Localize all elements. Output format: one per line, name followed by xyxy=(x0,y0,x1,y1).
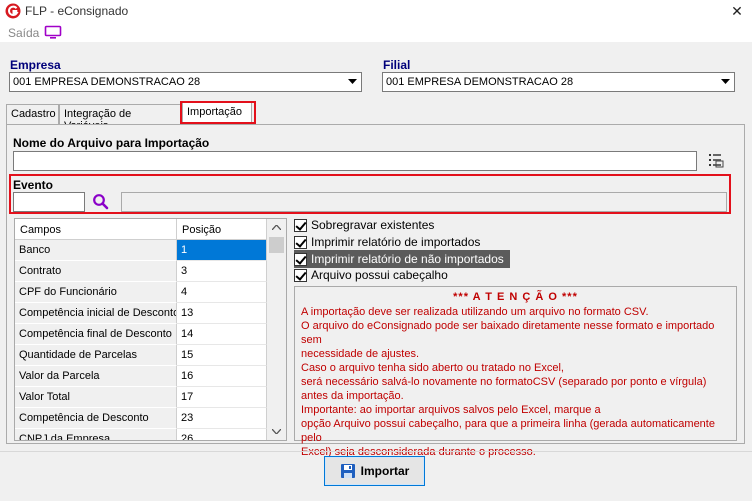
grid-cell-campo[interactable]: CPF do Funcionário xyxy=(15,282,177,303)
grid-cell-campo[interactable]: Competência final de Desconto xyxy=(15,324,177,345)
window-title: FLP - eConsignado xyxy=(25,4,129,18)
checkbox-checked-icon[interactable] xyxy=(294,252,307,266)
grid-cell-posicao[interactable]: 17 xyxy=(177,387,267,408)
grid-header-campos[interactable]: Campos xyxy=(15,219,177,240)
close-button[interactable]: ✕ xyxy=(722,0,752,22)
attention-line: será necessário salvá-lo novamente no fo… xyxy=(301,376,707,388)
scroll-thumb[interactable] xyxy=(269,237,284,253)
attention-box: *** A T E N Ç Ã O *** A importação deve … xyxy=(294,286,737,458)
cabecalho-checkbox[interactable]: Arquivo possui cabeçalho xyxy=(294,267,448,283)
attention-line: Caso o arquivo tenha sido aberto ou trat… xyxy=(301,362,564,374)
chevron-down-icon[interactable] xyxy=(344,73,361,91)
menu-saida[interactable]: Saída xyxy=(8,26,39,40)
rel-importados-checkbox[interactable]: Imprimir relatório de importados xyxy=(294,234,480,250)
attention-line: O arquivo do eConsignado pode ser baixad… xyxy=(301,320,715,346)
empresa-value: 001 EMPRESA DEMONSTRACAO 28 xyxy=(13,76,201,88)
filial-value: 001 EMPRESA DEMONSTRACAO 28 xyxy=(386,76,574,88)
checkbox-checked-icon[interactable] xyxy=(294,235,307,249)
bottom-separator xyxy=(0,451,752,452)
chevron-down-icon[interactable] xyxy=(717,73,734,91)
grid-cell-campo[interactable]: Quantidade de Parcelas xyxy=(15,345,177,366)
rel-nao-importados-label: Imprimir relatório de não importados xyxy=(311,252,504,266)
rel-importados-label: Imprimir relatório de importados xyxy=(311,235,481,249)
scroll-up-icon[interactable] xyxy=(267,219,286,236)
save-disk-icon xyxy=(340,464,355,478)
grid-cell-campo[interactable]: Valor da Parcela xyxy=(15,366,177,387)
grid-cell-posicao[interactable]: 13 xyxy=(177,303,267,324)
grid-cell-campo[interactable]: Competência inicial de Desconto xyxy=(15,303,177,324)
empresa-select[interactable]: 001 EMPRESA DEMONSTRACAO 28 xyxy=(9,72,362,92)
grid-cell-campo[interactable]: Valor Total xyxy=(15,387,177,408)
tab-cadastro[interactable]: Cadastro xyxy=(6,104,59,124)
sobregravar-label: Sobregravar existentes xyxy=(311,218,435,232)
attention-line: antes da importação. xyxy=(301,390,404,402)
grid-cell-posicao[interactable]: 23 xyxy=(177,408,267,429)
tab-highlight-box xyxy=(180,101,256,124)
attention-line: A importação deve ser realizada utilizan… xyxy=(301,306,649,318)
attention-title: *** A T E N Ç Ã O *** xyxy=(453,291,578,303)
grid-cell-posicao[interactable]: 4 xyxy=(177,282,267,303)
grid-cell-posicao[interactable]: 26 xyxy=(177,429,267,440)
grid-cell-posicao[interactable]: 3 xyxy=(177,261,267,282)
filial-select[interactable]: 001 EMPRESA DEMONSTRACAO 28 xyxy=(382,72,735,92)
evento-highlight-box xyxy=(9,174,731,214)
empresa-label: Empresa xyxy=(10,58,61,72)
file-name-label: Nome do Arquivo para Importação xyxy=(13,136,210,150)
close-icon: ✕ xyxy=(731,2,743,19)
campos-grid[interactable]: Campos Posição Banco 1 Contrato 3 CPF do… xyxy=(14,218,287,441)
app-logo-icon xyxy=(5,3,21,19)
tab-integracao-variaveis[interactable]: Integração de Variáveis xyxy=(59,104,181,132)
attention-line: opção Arquivo possui cabeçalho, para que… xyxy=(301,418,715,444)
attention-line: Importante: ao importar arquivos salvos … xyxy=(301,404,601,416)
scroll-down-icon[interactable] xyxy=(267,423,286,440)
grid-cell-campo[interactable]: CNPJ da Empresa xyxy=(15,429,177,440)
grid-header-posicao[interactable]: Posição xyxy=(177,219,267,240)
importar-button[interactable]: Importar xyxy=(324,456,425,486)
grid-cell-campo[interactable]: Banco xyxy=(15,240,177,261)
rel-nao-importados-checkbox[interactable]: Imprimir relatório de não importados xyxy=(294,250,510,268)
filial-label: Filial xyxy=(383,58,411,72)
checkbox-checked-icon[interactable] xyxy=(294,268,307,282)
checkbox-checked-icon[interactable] xyxy=(294,218,307,232)
attention-line: necessidade de ajustes. xyxy=(301,348,420,360)
grid-cell-posicao[interactable]: 14 xyxy=(177,324,267,345)
cabecalho-label: Arquivo possui cabeçalho xyxy=(311,268,448,282)
title-bar: FLP - eConsignado ✕ xyxy=(0,0,752,22)
browse-file-icon[interactable] xyxy=(708,152,724,169)
sobregravar-checkbox[interactable]: Sobregravar existentes xyxy=(294,217,434,233)
grid-scrollbar[interactable] xyxy=(267,219,286,440)
importar-label: Importar xyxy=(360,464,410,478)
grid-cell-posicao[interactable]: 16 xyxy=(177,366,267,387)
grid-cell-campo[interactable]: Competência de Desconto xyxy=(15,408,177,429)
menu-bar: Saída xyxy=(0,22,752,42)
grid-cell-campo[interactable]: Contrato xyxy=(15,261,177,282)
file-name-input[interactable] xyxy=(13,151,697,171)
grid-cell-posicao[interactable]: 1 xyxy=(177,240,267,261)
grid-cell-posicao[interactable]: 15 xyxy=(177,345,267,366)
monitor-icon[interactable] xyxy=(44,25,62,40)
